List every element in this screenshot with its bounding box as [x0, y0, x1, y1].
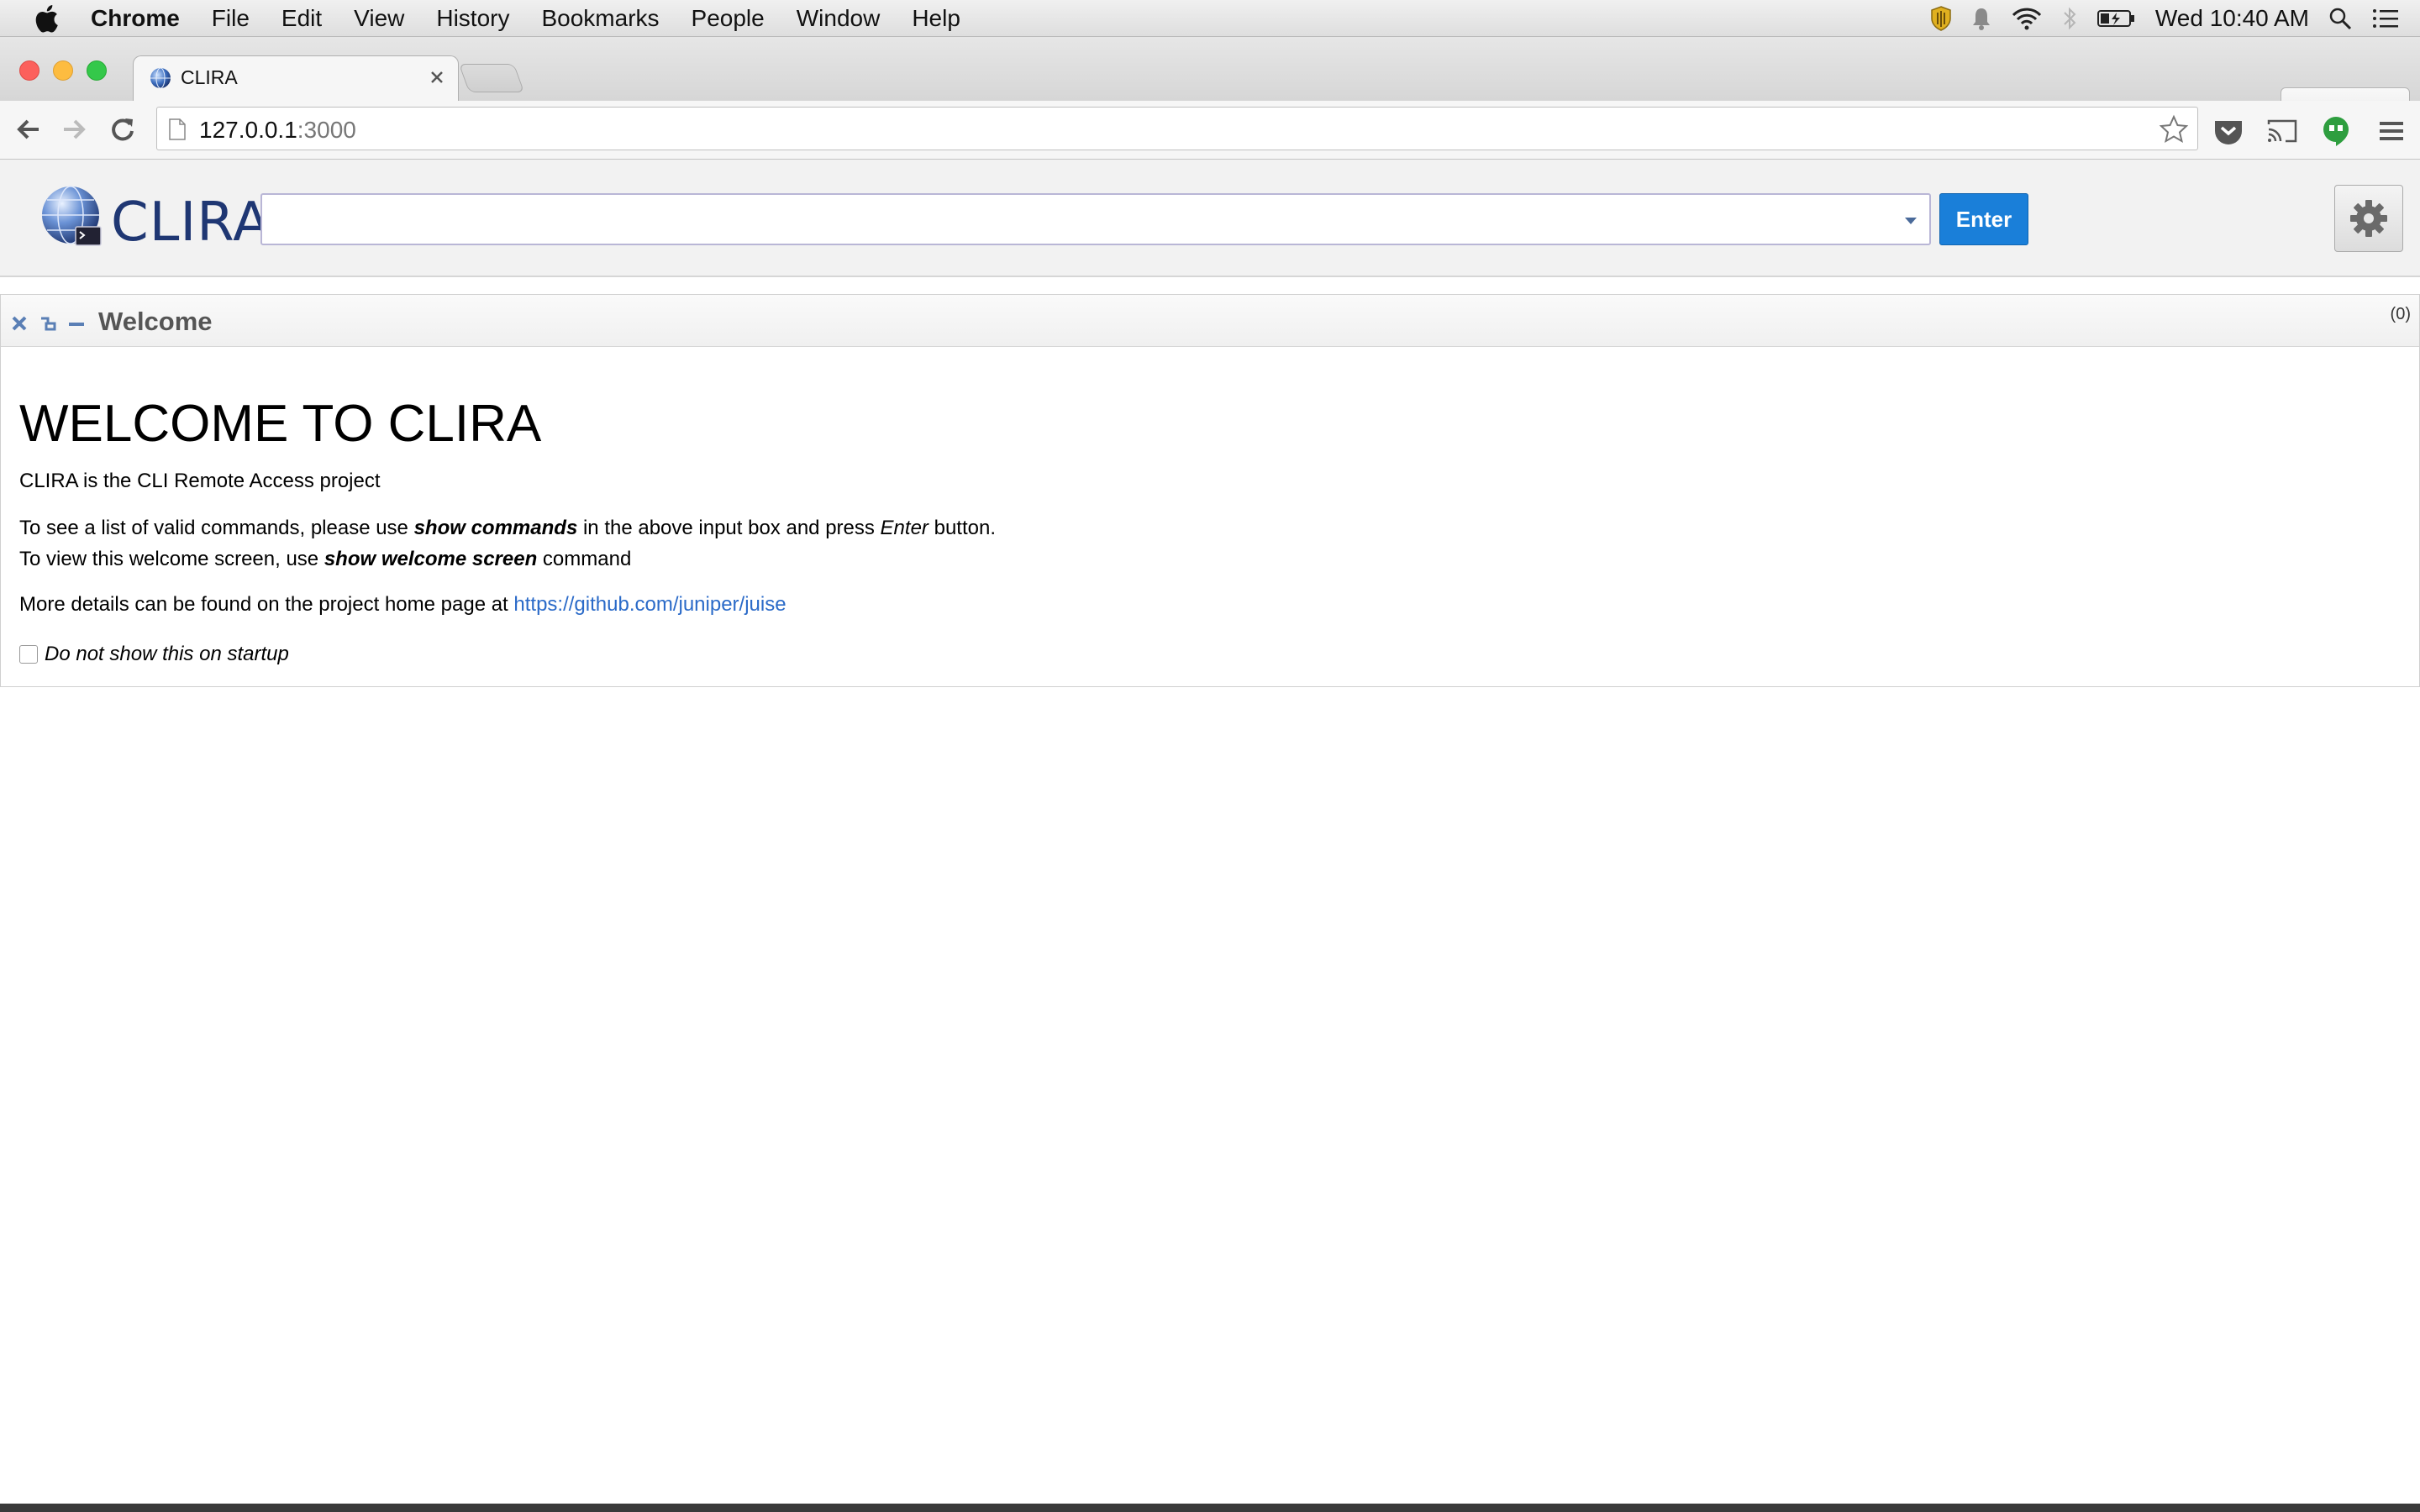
menu-history[interactable]: History [436, 0, 509, 37]
chrome-menu-icon[interactable] [2375, 114, 2408, 148]
dropdown-arrow-icon[interactable] [1901, 210, 1921, 230]
bluetooth-icon[interactable] [2061, 6, 2078, 31]
instructions-line-2: To view this welcome screen, use show we… [19, 548, 631, 571]
instr1-pre: To see a list of valid commands, please … [19, 517, 414, 539]
browser-tab-clira[interactable]: CLIRA [133, 55, 459, 101]
instr2-pre: To view this welcome screen, use [19, 548, 324, 570]
show-commands-text: show commands [413, 517, 578, 539]
panel-minimize-icon[interactable] [66, 313, 87, 333]
panel-title: Welcome [98, 307, 213, 336]
menu-app-name[interactable]: Chrome [91, 0, 180, 37]
instr2-post: command [537, 548, 632, 570]
panel-header: Welcome (0) [1, 295, 2419, 347]
globe-favicon-icon [150, 67, 171, 89]
tab-title: CLIRA [181, 66, 238, 88]
forward-arrow-icon[interactable] [59, 114, 89, 144]
address-bar[interactable]: 127.0.0.1:3000 [156, 107, 2198, 150]
startup-checkbox-row[interactable]: Do not show this on startup [19, 643, 289, 666]
command-input[interactable] [262, 195, 1929, 244]
menubar-clock[interactable]: Wed 10:40 AM [2155, 5, 2309, 32]
menu-bookmarks[interactable]: Bookmarks [541, 0, 659, 37]
battery-charging-icon[interactable] [2096, 6, 2137, 31]
macos-menu-bar: Chrome File Edit View History Bookmarks … [0, 0, 2420, 37]
instr1-post: button. [928, 517, 996, 539]
browser-toolbar: 127.0.0.1:3000 [0, 101, 2420, 160]
menu-view[interactable]: View [354, 0, 404, 37]
window-bottom-edge [0, 1504, 2420, 1512]
panel-count: (0) [2390, 305, 2411, 323]
instructions-line-1: To see a list of valid commands, please … [19, 517, 996, 540]
menu-edit[interactable]: Edit [281, 0, 322, 37]
url-port: :3000 [297, 117, 356, 143]
notification-bell-icon[interactable] [1970, 6, 1992, 31]
bookmark-star-icon[interactable] [2159, 114, 2189, 144]
tab-close-icon[interactable] [424, 65, 450, 90]
wifi-icon[interactable] [2011, 6, 2043, 31]
settings-button[interactable] [2334, 185, 2403, 252]
menu-window[interactable]: Window [797, 0, 881, 37]
url-host: 127.0.0.1 [199, 117, 297, 143]
enter-button[interactable]: Enter [1939, 193, 2028, 245]
panel-close-icon[interactable] [9, 313, 29, 333]
command-input-box[interactable] [260, 193, 1931, 245]
enter-text: Enter [880, 517, 929, 539]
clira-header: CLIRA Enter [0, 160, 2420, 277]
window-minimize-button[interactable] [53, 60, 73, 81]
spotlight-search-icon[interactable] [2328, 6, 2353, 31]
hangouts-icon[interactable] [2319, 114, 2353, 148]
startup-checkbox-label[interactable]: Do not show this on startup [45, 643, 289, 666]
welcome-heading: WELCOME TO CLIRA [19, 395, 542, 453]
url-text[interactable]: 127.0.0.1:3000 [199, 117, 356, 144]
details-line: More details can be found on the project… [19, 593, 786, 617]
panel-detach-icon[interactable] [38, 313, 58, 333]
reload-icon[interactable] [108, 114, 138, 144]
globe-logo-icon [42, 186, 102, 246]
details-pre: More details can be found on the project… [19, 593, 514, 616]
back-arrow-icon[interactable] [13, 114, 44, 144]
menu-people[interactable]: People [692, 0, 765, 37]
menu-file[interactable]: File [212, 0, 250, 37]
show-welcome-screen-text: show welcome screen [324, 548, 538, 570]
norton-shield-icon[interactable] [1930, 6, 1952, 31]
pocket-icon[interactable] [2212, 114, 2245, 148]
window-zoom-button[interactable] [87, 60, 107, 81]
apple-logo-icon[interactable] [34, 4, 59, 33]
gear-icon [2350, 200, 2387, 237]
new-tab-button[interactable] [458, 64, 525, 92]
clira-wordmark: CLIRA [111, 192, 271, 254]
project-home-link[interactable]: https://github.com/juniper/juise [513, 593, 786, 616]
clira-logo[interactable]: CLIRA [39, 183, 270, 255]
page-document-icon [169, 118, 186, 140]
startup-checkbox[interactable] [19, 645, 38, 664]
menu-help[interactable]: Help [912, 0, 960, 37]
intro-text: CLIRA is the CLI Remote Access project [19, 470, 381, 492]
cast-icon[interactable] [2265, 114, 2299, 148]
window-close-button[interactable] [19, 60, 39, 81]
notification-center-icon[interactable] [2371, 6, 2400, 31]
instr1-mid: in the above input box and press [577, 517, 881, 539]
welcome-panel: Welcome (0) WELCOME TO CLIRA CLIRA is th… [0, 294, 2420, 687]
